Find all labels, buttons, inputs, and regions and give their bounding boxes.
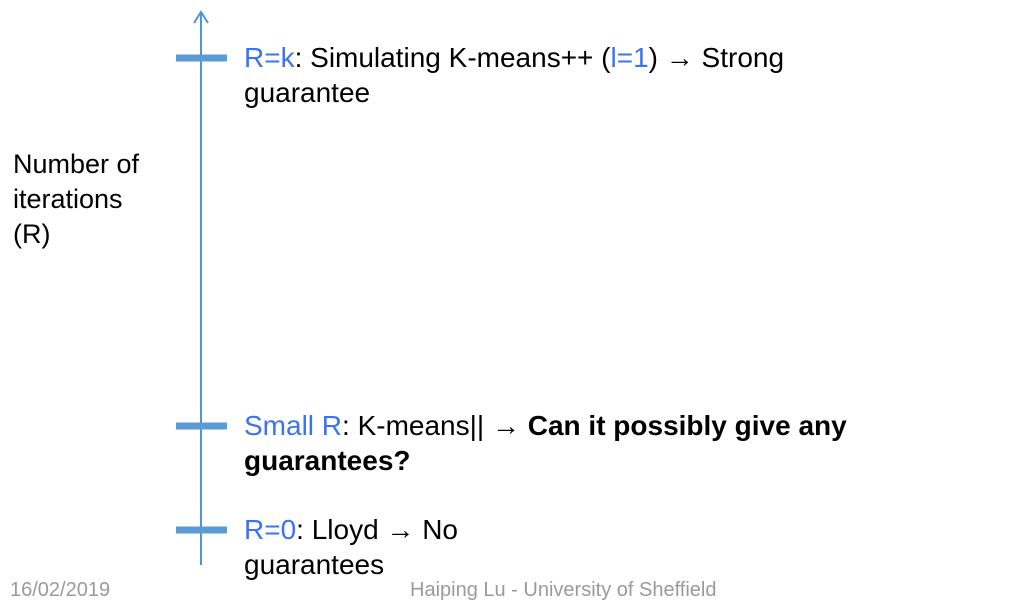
level-bold-question-line2: guarantees?: [244, 445, 411, 476]
level-line: R=k: Simulating K-means++ (l=1) → Strong: [244, 40, 944, 75]
level-text: ) → Strong: [648, 42, 785, 73]
level-r-k: R=k: Simulating K-means++ (l=1) → Strong…: [244, 40, 944, 110]
level-line: Small R: K-means|| → Can it possibly giv…: [244, 408, 984, 443]
y-axis-label-line: (R): [13, 219, 51, 249]
footer-author: Haiping Lu - University of Sheffield: [410, 579, 717, 601]
level-text: : Simulating K-means++ (: [294, 42, 611, 73]
footer-date: 16/02/2019: [10, 579, 111, 601]
level-r-0: R=0: Lloyd → No guarantees: [244, 512, 644, 582]
level-small-r: Small R: K-means|| → Can it possibly giv…: [244, 408, 984, 478]
level-highlight: Small R: [244, 410, 343, 441]
y-axis-label: Number of iterations (R): [13, 147, 139, 252]
y-axis-label-line: Number of: [13, 149, 140, 179]
level-bold-question: Can it possibly give any: [527, 410, 847, 441]
level-highlight-l: l=1: [610, 42, 649, 73]
level-highlight: R=0: [244, 514, 297, 545]
level-line2: guarantees: [244, 549, 385, 580]
y-axis-label-line: iterations: [13, 184, 123, 214]
level-highlight: R=k: [244, 42, 295, 73]
level-text: : K-means|| →: [342, 410, 528, 441]
level-text: : Lloyd → No: [296, 514, 459, 545]
level-line2: guarantee: [244, 77, 371, 108]
level-line: R=0: Lloyd → No: [244, 512, 644, 547]
